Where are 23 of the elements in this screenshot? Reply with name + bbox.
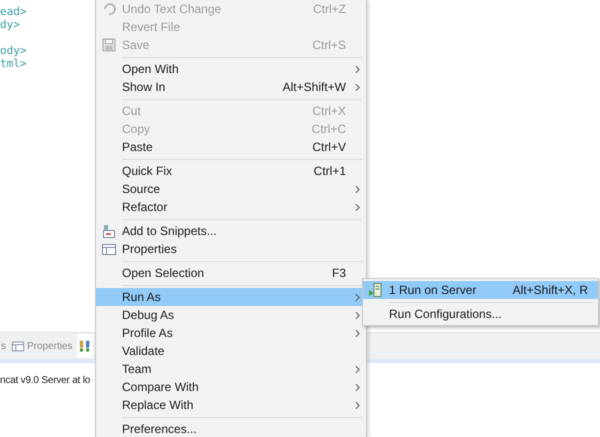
menu-item[interactable]: Refactor — [96, 198, 366, 216]
code-line: tml> — [0, 57, 26, 70]
menu-item[interactable]: Validate — [96, 342, 366, 360]
code-line: ody> — [0, 44, 26, 57]
code-line: dy> — [0, 18, 20, 31]
menu-item[interactable]: Replace With — [96, 396, 366, 414]
menu-item[interactable]: Preferences... — [96, 420, 366, 437]
menu-item[interactable]: Show In Alt+Shift+W — [96, 78, 366, 96]
menu-item[interactable]: Open Selection F3 — [96, 264, 366, 282]
menu-item[interactable]: Profile As — [96, 324, 366, 342]
menu-item[interactable]: Add to Snippets... — [96, 222, 366, 240]
menu-item[interactable]: Quick Fix Ctrl+1 — [96, 162, 366, 180]
menu-item[interactable]: Run Configurations... — [363, 305, 598, 323]
menu-item[interactable]: Paste Ctrl+V — [96, 138, 366, 156]
menu-item[interactable]: Open With — [96, 60, 366, 78]
server-status-text: ncat v9.0 Server at lo — [0, 374, 90, 386]
menu-item[interactable]: Compare With — [96, 378, 366, 396]
menu-item[interactable]: Properties — [96, 240, 366, 258]
code-line: ead> — [0, 5, 26, 18]
menu-item[interactable]: Team — [96, 360, 366, 378]
menu-item[interactable]: Debug As — [96, 306, 366, 324]
menu-item[interactable]: Source — [96, 180, 366, 198]
menu-item[interactable]: 1 Run on Server Alt+Shift+X, R — [363, 281, 598, 299]
